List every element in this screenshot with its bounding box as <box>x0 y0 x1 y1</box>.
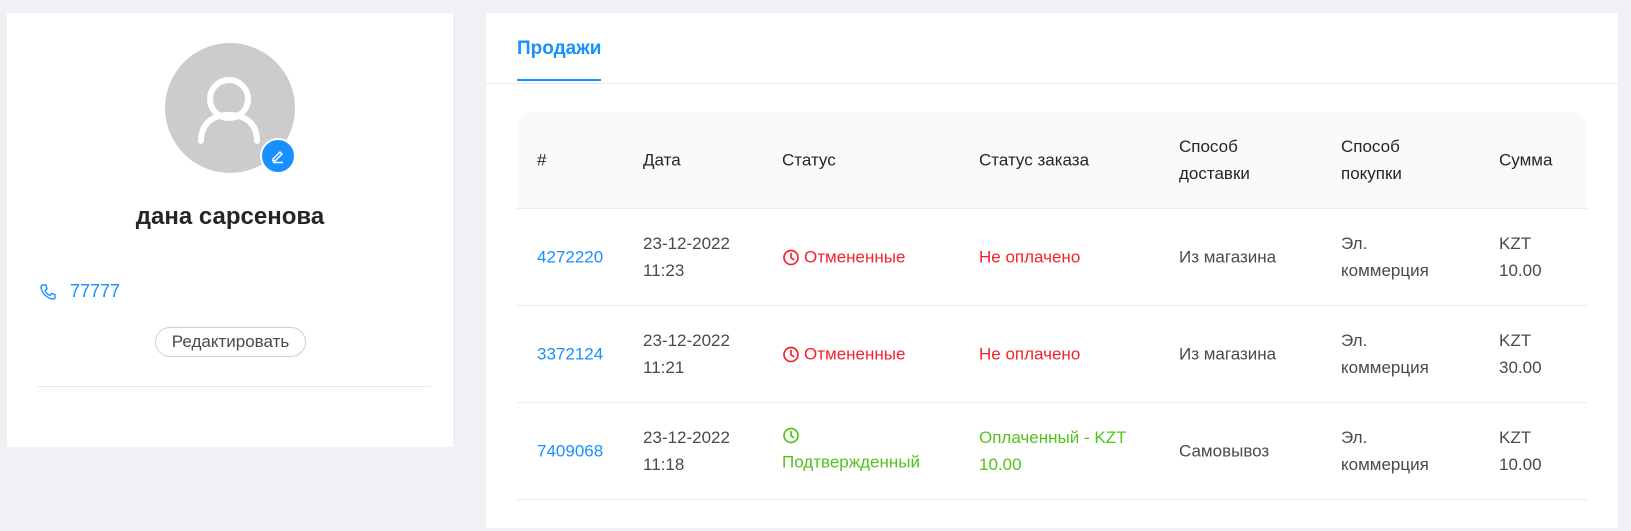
tab-sales[interactable]: Продажи <box>517 38 602 81</box>
status-text: Подтвержденный <box>782 452 920 472</box>
delivery-method: Из магазина <box>1179 247 1277 267</box>
phone-row: 77777 <box>39 281 120 302</box>
pencil-icon <box>272 151 283 164</box>
avatar-edit-button[interactable] <box>260 138 296 174</box>
tabs-bar: Продажи <box>486 13 1618 84</box>
status-badge: Отмененные <box>782 341 905 368</box>
status-text: Отмененные <box>804 247 906 267</box>
orders-table: # Дата Статус Статус заказа Способ доста… <box>517 112 1587 500</box>
order-date: 23-12-2022 11:21 <box>643 331 730 377</box>
order-amount: KZT 10.00 <box>1499 234 1542 280</box>
header-delivery: Способ доставки <box>1179 137 1250 183</box>
phone-icon <box>40 283 56 300</box>
divider <box>38 386 431 387</box>
order-status: Оплаченный - KZT 10.00 <box>979 428 1127 474</box>
purchase-method: Эл. коммерция <box>1341 428 1429 474</box>
order-id-link[interactable]: 7409068 <box>537 438 603 465</box>
clock-icon <box>783 346 799 362</box>
sales-panel: Продажи # Дата Статус Статус заказа Спос… <box>486 13 1618 528</box>
header-number: # <box>537 150 547 170</box>
phone-link[interactable]: 77777 <box>70 281 120 302</box>
purchase-method: Эл. коммерция <box>1341 234 1429 280</box>
purchase-method: Эл. коммерция <box>1341 331 1429 377</box>
table-row[interactable]: 7409068 23-12-2022 11:18 Подтвержденный … <box>517 403 1587 500</box>
header-order-status: Статус заказа <box>979 150 1090 170</box>
delivery-method: Самовывоз <box>1179 441 1270 461</box>
status-badge: Подтвержденный <box>782 427 920 476</box>
header-amount: Сумма <box>1499 150 1553 170</box>
order-date: 23-12-2022 11:18 <box>643 428 730 474</box>
header-date: Дата <box>643 150 681 170</box>
order-id-link[interactable]: 3372124 <box>537 341 603 368</box>
clock-icon <box>783 427 799 444</box>
order-status: Не оплачено <box>979 344 1081 364</box>
order-date: 23-12-2022 11:23 <box>643 234 730 280</box>
status-badge: Отмененные <box>782 244 905 271</box>
profile-card: дана сарсенова 77777 Редактировать <box>7 13 453 447</box>
status-text: Отмененные <box>804 344 906 364</box>
order-status: Не оплачено <box>979 247 1081 267</box>
order-amount: KZT 10.00 <box>1499 428 1542 474</box>
user-name: дана сарсенова <box>135 203 325 230</box>
table-row[interactable]: 4272220 23-12-2022 11:23 Отмененные Не о… <box>517 209 1587 306</box>
delivery-method: Из магазина <box>1179 344 1277 364</box>
table-row[interactable]: 3372124 23-12-2022 11:21 Отмененные Не о… <box>517 306 1587 403</box>
edit-profile-button[interactable]: Редактировать <box>155 327 306 357</box>
header-purchase: Способ покупки <box>1341 137 1402 183</box>
order-amount: KZT 30.00 <box>1499 331 1542 377</box>
clock-icon <box>783 249 799 265</box>
order-id-link[interactable]: 4272220 <box>537 244 603 271</box>
table-header: # Дата Статус Статус заказа Способ доста… <box>517 112 1587 209</box>
header-status: Статус <box>782 150 836 170</box>
